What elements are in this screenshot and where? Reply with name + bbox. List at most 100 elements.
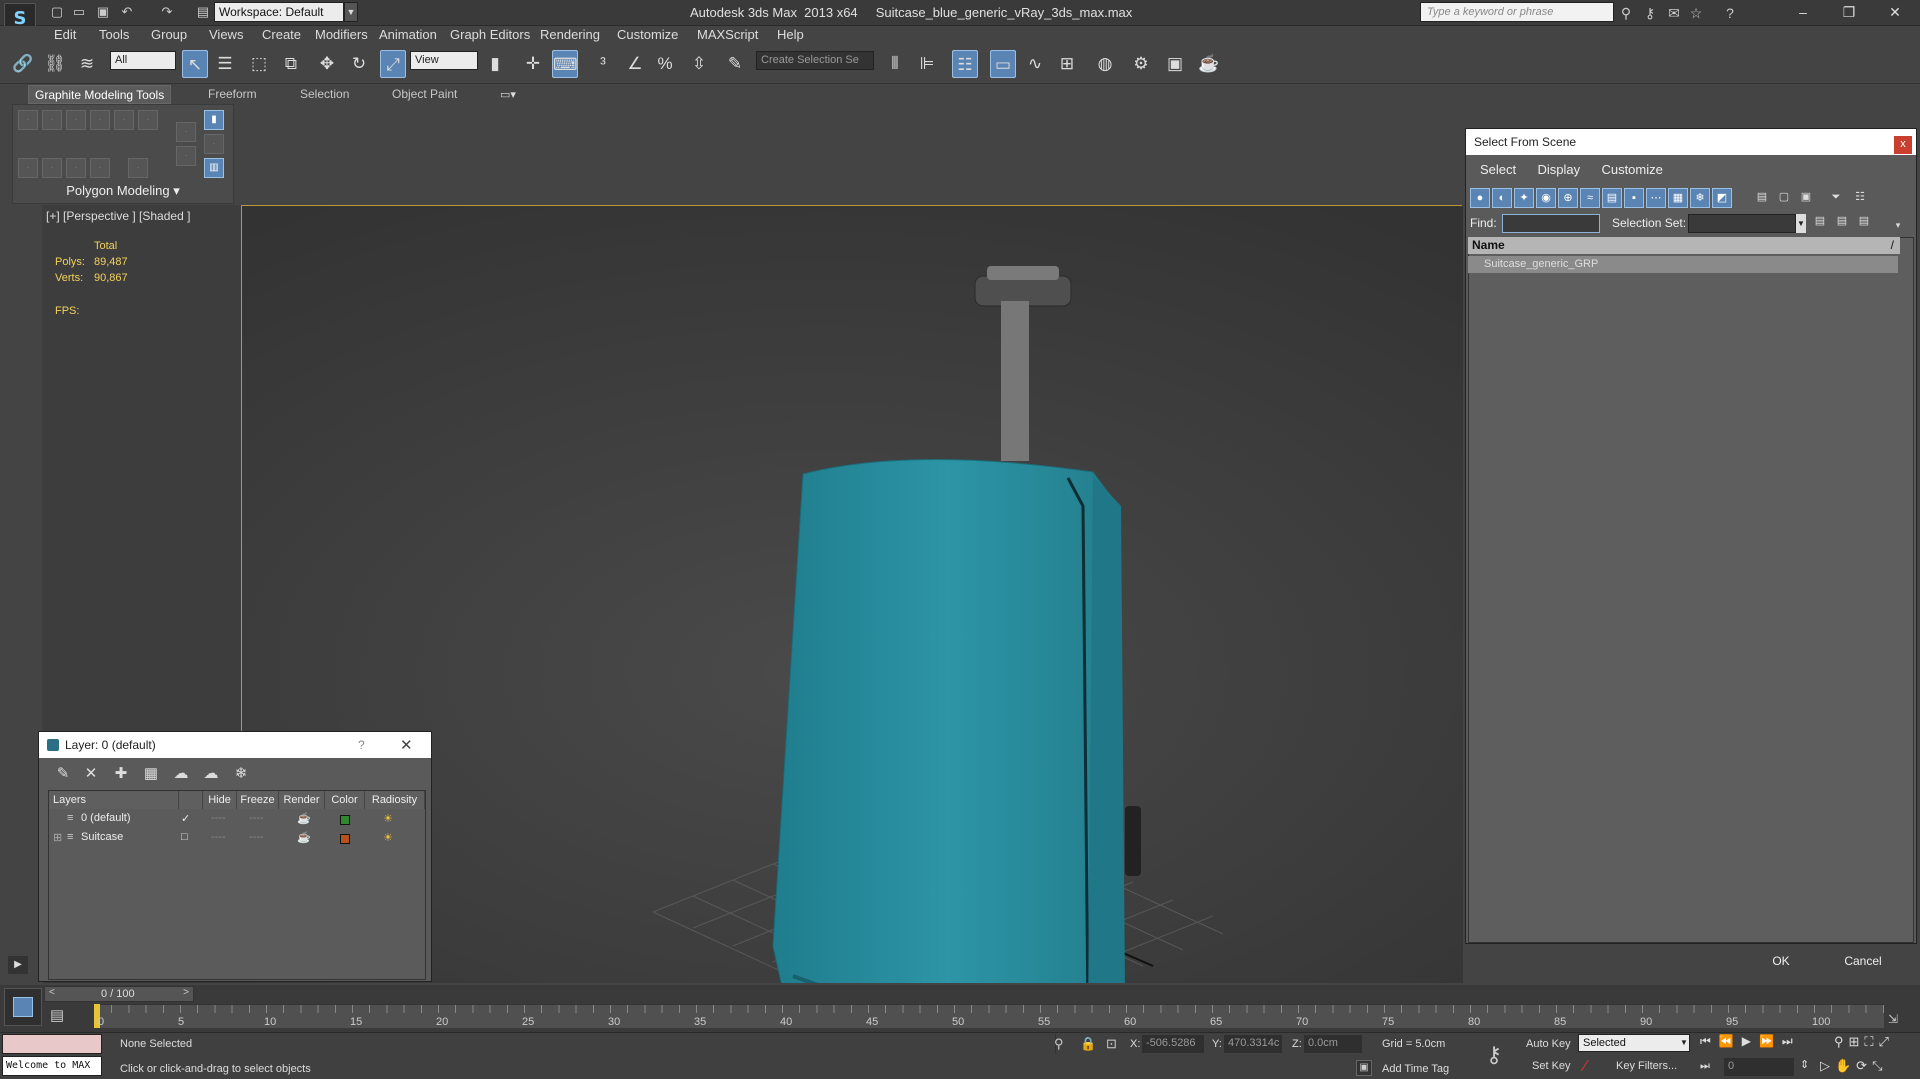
sphere-icon[interactable]: ·: [138, 110, 158, 130]
expand-toolbar-icon[interactable]: ▾: [1888, 216, 1908, 236]
select-object-button[interactable]: ↖: [182, 50, 208, 78]
layer-row-default[interactable]: ≡ 0 (default) ✓ ---- ---- ☕ ☀: [49, 812, 425, 830]
display-bones-icon[interactable]: ⋯: [1646, 188, 1666, 208]
freeze-toggle[interactable]: ----: [249, 812, 264, 824]
select-all-icon[interactable]: ▤: [1752, 188, 1772, 208]
selection-lock-icon[interactable]: 🔒: [1080, 1036, 1096, 1052]
help-icon[interactable]: ?: [1720, 3, 1740, 23]
radiosity-icon[interactable]: ☀: [383, 831, 393, 844]
find-input[interactable]: [1502, 214, 1600, 233]
menu-create[interactable]: Create: [262, 27, 301, 42]
display-lights-icon[interactable]: ✦: [1514, 188, 1534, 208]
col-render[interactable]: Render: [279, 791, 325, 809]
percent-snap-icon[interactable]: %: [652, 50, 678, 78]
ok-button[interactable]: OK: [1748, 950, 1814, 972]
layer-color-swatch[interactable]: [340, 834, 350, 844]
menu-rendering[interactable]: Rendering: [540, 27, 600, 42]
graphite-panel-icon[interactable]: ▥: [204, 158, 224, 178]
rendered-frame-window-icon[interactable]: ▣: [1162, 50, 1188, 78]
display-geometry-icon[interactable]: ●: [1470, 188, 1490, 208]
open-file-icon[interactable]: ▭: [70, 3, 88, 21]
named-selection-dropdown[interactable]: Create Selection Se: [756, 51, 874, 70]
reference-coordinate-dropdown[interactable]: View: [410, 51, 478, 70]
menu-customize[interactable]: Customize: [1601, 162, 1662, 177]
display-xrefs-icon[interactable]: ▪: [1624, 188, 1644, 208]
mirror-icon[interactable]: ⫴: [882, 50, 908, 78]
pivot-center-icon[interactable]: ▮: [482, 50, 508, 78]
radiosity-icon[interactable]: ☀: [383, 812, 393, 825]
expand-panel-arrow[interactable]: ▶: [8, 956, 28, 974]
move-icon[interactable]: ✥: [314, 50, 340, 78]
display-hidden-icon[interactable]: ◩: [1712, 188, 1732, 208]
layer-color-swatch[interactable]: [340, 815, 350, 825]
minimize-button[interactable]: –: [1780, 0, 1826, 26]
remove-from-set-icon[interactable]: ▤: [1854, 212, 1874, 232]
col-layers[interactable]: Layers: [49, 791, 179, 809]
key-filters-button[interactable]: Key Filters...: [1616, 1060, 1677, 1072]
polygon-mode-icon[interactable]: ·: [90, 158, 110, 178]
modify-mode-icon[interactable]: ·: [18, 110, 38, 130]
rectangle-selection-icon[interactable]: ⬚: [246, 50, 272, 78]
display-cameras-icon[interactable]: ◉: [1536, 188, 1556, 208]
slider-prev-icon[interactable]: <: [49, 987, 55, 998]
chevron-down-icon[interactable]: ▼: [344, 2, 358, 22]
redo-icon[interactable]: ↷: [158, 3, 176, 21]
expand-icon[interactable]: ⊞: [53, 831, 62, 844]
current-frame-field[interactable]: 0: [1724, 1058, 1794, 1076]
col-radiosity[interactable]: Radiosity: [365, 791, 425, 809]
snaps-toggle-icon[interactable]: ³: [590, 50, 616, 78]
display-groups-icon[interactable]: ▤: [1602, 188, 1622, 208]
render-teapot-icon[interactable]: ☕: [297, 812, 311, 825]
tab-object-paint[interactable]: Object Paint: [386, 85, 463, 104]
save-file-icon[interactable]: ▣: [94, 3, 112, 21]
create-layer-icon[interactable]: ✎: [52, 763, 74, 785]
brush-icon[interactable]: ·: [42, 110, 62, 130]
maxscript-output[interactable]: Welcome to MAX: [2, 1056, 102, 1076]
slider-next-icon[interactable]: >: [183, 987, 189, 998]
menu-animation[interactable]: Animation: [379, 27, 437, 42]
track-bar-icon[interactable]: ▤: [50, 1006, 74, 1026]
material-editor-icon[interactable]: ◍: [1092, 50, 1118, 78]
x-coordinate-field[interactable]: -506.5286: [1142, 1035, 1204, 1053]
ribbon-options-icon[interactable]: ▭▾: [500, 88, 516, 101]
key-selection-dropdown[interactable]: Selected: [1578, 1034, 1690, 1052]
new-file-icon[interactable]: ▢: [48, 3, 66, 21]
subscription-icon[interactable]: ⚷: [1640, 3, 1660, 23]
col-hide[interactable]: Hide: [203, 791, 237, 809]
display-containers-icon[interactable]: ▦: [1668, 188, 1688, 208]
graphite-toggle-button[interactable]: ▭: [990, 50, 1016, 78]
current-layer-check[interactable]: □: [181, 831, 188, 843]
undo-history-icon[interactable]: ·: [66, 110, 86, 130]
cancel-button[interactable]: Cancel: [1826, 950, 1900, 972]
curve-icon[interactable]: ⁄: [1584, 1058, 1587, 1076]
maximize-button[interactable]: ❐: [1826, 0, 1872, 26]
menu-modifiers[interactable]: Modifiers: [315, 27, 368, 42]
time-slider[interactable]: < 0 / 100 >: [44, 986, 194, 1002]
set-key-mode-key-icon[interactable]: ⚷: [1486, 1042, 1502, 1068]
align-icon[interactable]: ⊫: [914, 50, 940, 78]
window-crossing-icon[interactable]: ⧉: [278, 50, 304, 78]
edge-mode-icon[interactable]: ·: [42, 158, 62, 178]
ribbon-pin-icon[interactable]: ▮: [204, 110, 224, 130]
close-icon[interactable]: ✕: [400, 736, 413, 754]
scene-object-list[interactable]: [1468, 237, 1914, 943]
preview-icon[interactable]: ·: [176, 146, 196, 166]
key-mode-toggle-icon[interactable]: ⏭: [1700, 1060, 1710, 1073]
display-helpers-icon[interactable]: ⊕: [1558, 188, 1578, 208]
filter-icon[interactable]: ⏷: [1826, 188, 1846, 208]
project-folder-icon[interactable]: ▤: [194, 3, 212, 21]
select-by-name-icon[interactable]: ☰: [212, 50, 238, 78]
tab-freeform[interactable]: Freeform: [202, 85, 263, 104]
hierarchy-icon[interactable]: ☷: [1850, 188, 1870, 208]
hide-all-layers-icon[interactable]: ☁: [200, 763, 222, 785]
time-tag-icon[interactable]: ▣: [1356, 1060, 1372, 1076]
unlink-icon[interactable]: ⛓: [42, 50, 68, 78]
search-input[interactable]: Type a keyword or phrase: [1420, 2, 1614, 22]
layer-row-suitcase[interactable]: ⊞ ≡ Suitcase □ ---- ---- ☕ ☀: [49, 831, 425, 849]
set-key-button[interactable]: Set Key: [1532, 1060, 1571, 1072]
z-coordinate-field[interactable]: 0.0cm: [1304, 1035, 1362, 1053]
menu-group[interactable]: Group: [151, 27, 187, 42]
stack-up-icon[interactable]: ·: [176, 122, 196, 142]
add-time-tag-button[interactable]: Add Time Tag: [1382, 1063, 1449, 1075]
freeze-all-layers-icon[interactable]: ❄: [230, 763, 252, 785]
